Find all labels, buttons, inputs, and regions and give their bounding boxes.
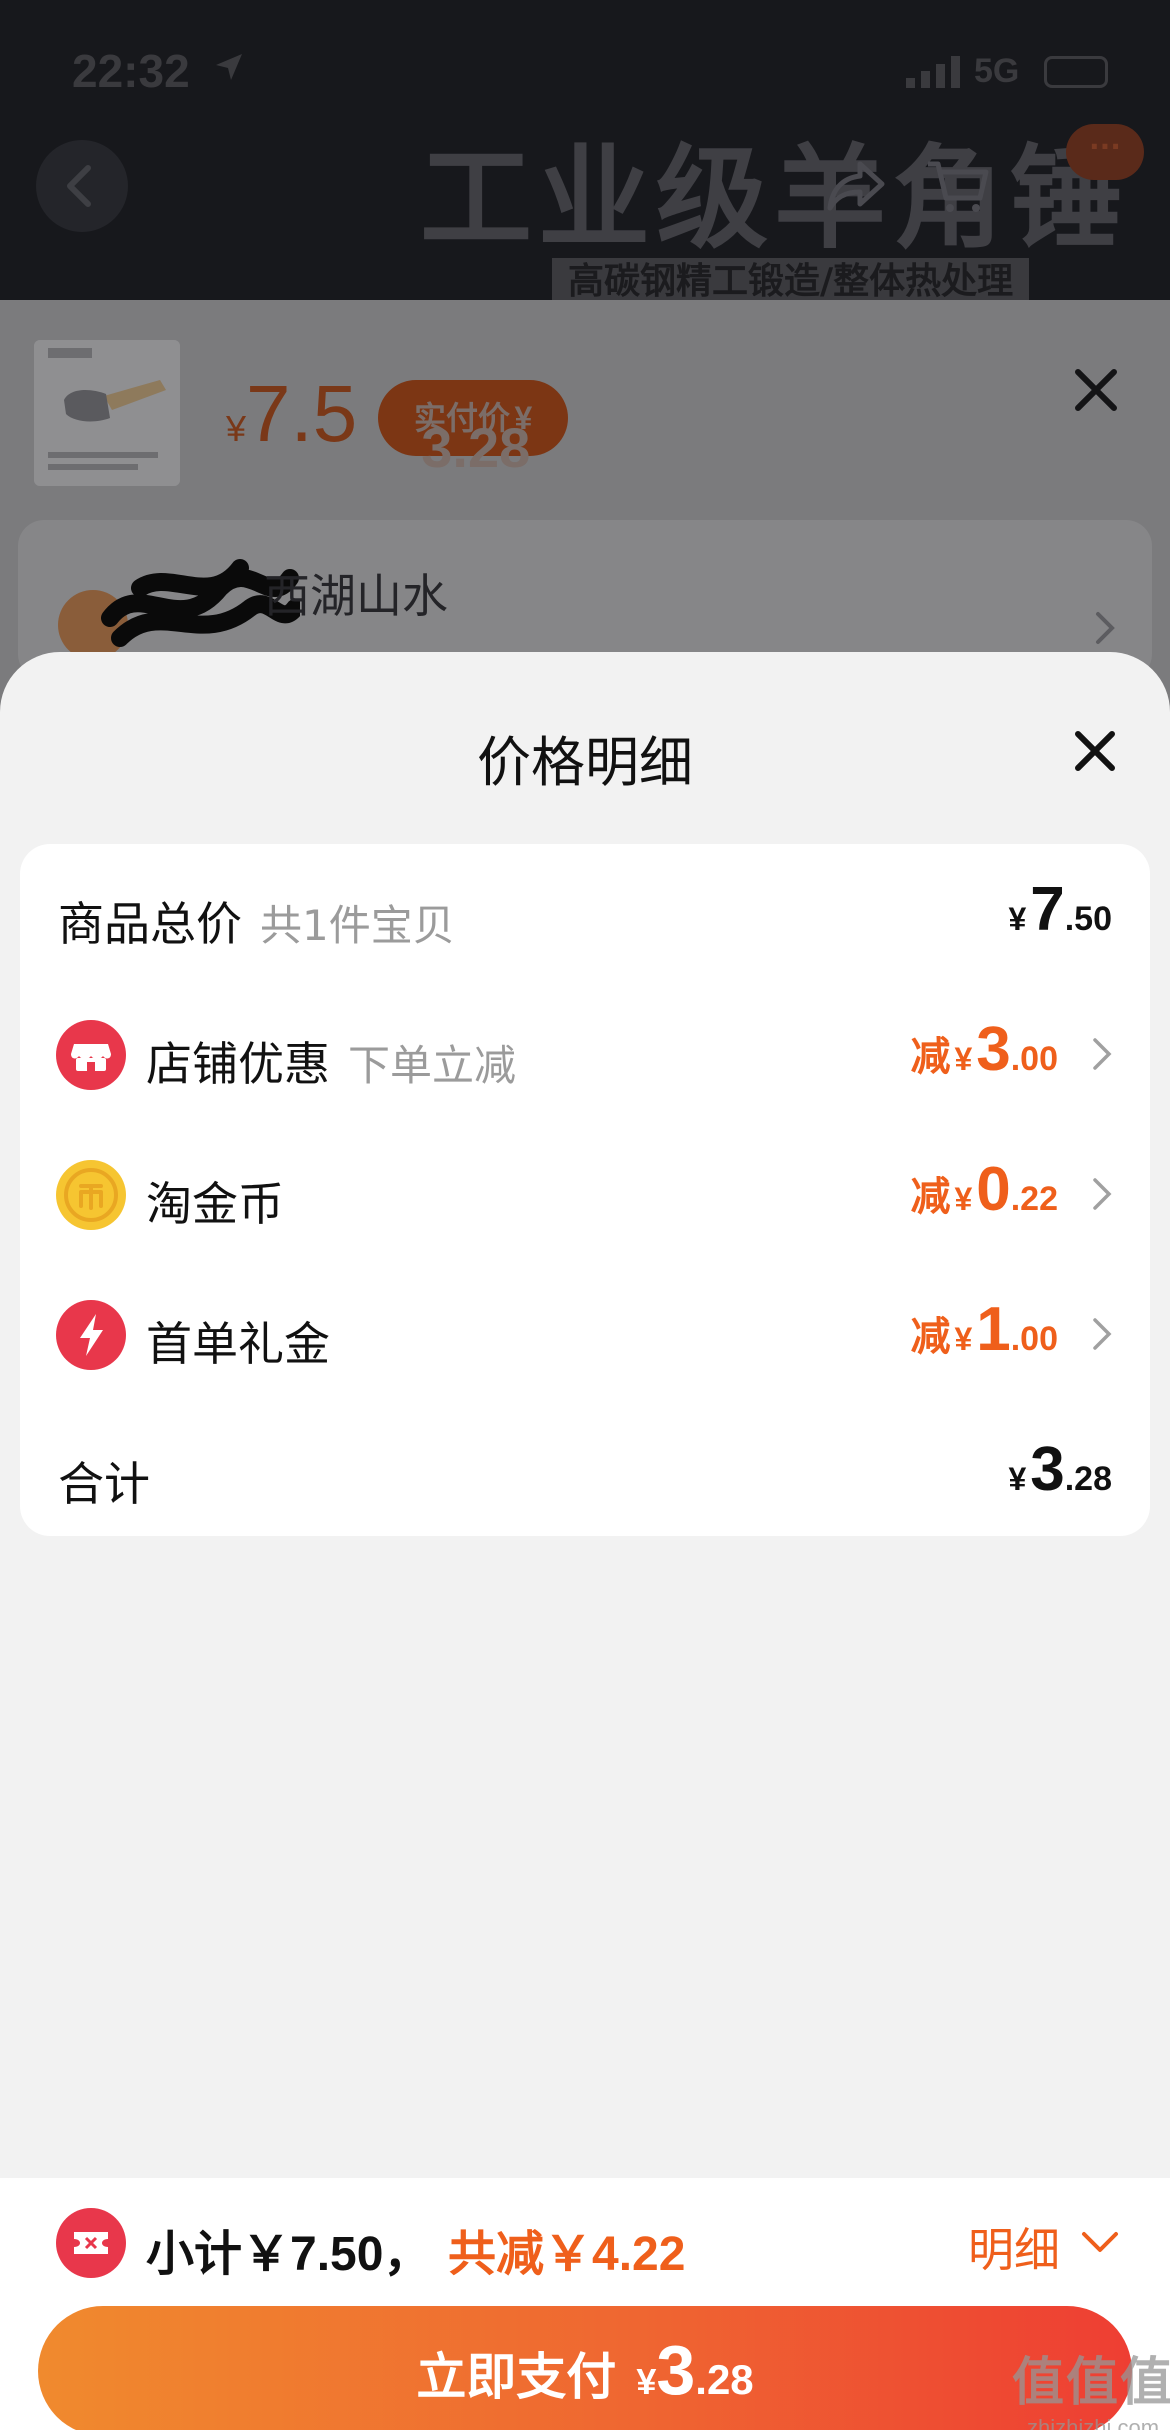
lightning-icon (56, 1300, 126, 1370)
row-label: 店铺优惠 下单立减 (146, 1037, 517, 1091)
price-detail-sheet: 价格明细 商品总价 共1件宝贝 ¥7.50 店铺优惠 下单立减 减 ¥3.00 淘金币… (0, 652, 1170, 2178)
detail-toggle[interactable]: 明细 (968, 2214, 1060, 2280)
row-amount: ¥7.50 (1008, 875, 1112, 944)
banner-subtitle: 高碳钢精工锻造/整体热处理 (552, 258, 1030, 306)
checkout-bar: 小计￥7.50， 共减￥4.22 明细 立即支付 ¥3.28 (0, 2178, 1170, 2430)
row-label: 首单礼金 (146, 1317, 330, 1371)
share-icon[interactable] (820, 150, 892, 222)
sheet-title: 价格明细 (477, 731, 693, 794)
row-first-order-gift[interactable]: 首单礼金 减 ¥1.00 (20, 1264, 1150, 1404)
row-amount: 减 ¥0.22 (910, 1155, 1058, 1224)
row-amount: ¥3.28 (1008, 1435, 1112, 1504)
close-icon[interactable] (1072, 728, 1118, 774)
watermark: 值值值 zhizhizhi.com (1012, 2340, 1170, 2430)
cart-icon[interactable] (922, 150, 994, 222)
chevron-down-icon[interactable] (1080, 2228, 1120, 2258)
chevron-right-icon (1093, 1178, 1112, 1210)
row-sublabel: 下单立减 (348, 1041, 517, 1090)
row-goods-total: 商品总价 共1件宝贝 ¥7.50 (20, 844, 1150, 984)
chevron-left-icon (67, 165, 91, 207)
more-button[interactable]: ··· (1066, 124, 1144, 180)
network-type: 5G (974, 52, 1020, 90)
coupon-icon (56, 2208, 126, 2278)
sku-close-icon[interactable] (1070, 364, 1122, 416)
battery-icon (1044, 56, 1108, 88)
hammer-icon (34, 340, 180, 486)
actual-price-pill: 实付价 ¥3.28 (378, 380, 569, 479)
row-label: 淘金币 (146, 1177, 284, 1231)
total-reduce-text: 共减￥4.22 (448, 2228, 686, 2281)
row-amount: 减 ¥1.00 (910, 1295, 1058, 1364)
location-arrow-icon (216, 54, 242, 80)
row-amount: 减 ¥3.00 (910, 1015, 1058, 1084)
banner-title: 工业级羊角锤 (420, 136, 1128, 261)
pay-now-button[interactable]: 立即支付 ¥3.28 (38, 2306, 1132, 2430)
status-time: 22:32 (72, 45, 190, 97)
gold-coin-icon (56, 1160, 126, 1230)
chevron-right-icon (1093, 1038, 1112, 1070)
chevron-right-icon (1096, 612, 1115, 644)
back-button[interactable] (36, 140, 128, 232)
row-label: 合计 (58, 1457, 150, 1511)
signal-icon (906, 56, 960, 88)
row-store-discount[interactable]: 店铺优惠 下单立减 减 ¥3.00 (20, 984, 1150, 1124)
store-icon (56, 1020, 126, 1090)
watermark-main: 值值值 (1012, 2353, 1170, 2413)
sku-price: ¥7.5 (226, 368, 357, 460)
sku-price-value: 7.5 (246, 369, 358, 458)
address-name: 西湖山水 (264, 569, 448, 623)
subtotal-text: 小计￥7.50， (146, 2228, 432, 2281)
row-tao-coin[interactable]: 淘金币 减 ¥0.22 (20, 1124, 1150, 1264)
row-total: 合计 ¥3.28 (20, 1404, 1150, 1544)
price-detail-card: 商品总价 共1件宝贝 ¥7.50 店铺优惠 下单立减 减 ¥3.00 淘金币 减 ¥0.… (20, 844, 1150, 1536)
product-thumbnail (34, 340, 180, 486)
chevron-right-icon (1093, 1318, 1112, 1350)
actual-price-amount: 3.28 (421, 416, 531, 479)
pay-now-label: 立即支付 ¥3.28 (416, 2331, 754, 2409)
sku-price-currency: ¥ (226, 408, 247, 449)
row-label: 商品总价 共1件宝贝 (58, 897, 455, 951)
row-sublabel: 共1件宝贝 (260, 901, 455, 950)
watermark-sub: zhizhizhi.com (1026, 2415, 1160, 2430)
